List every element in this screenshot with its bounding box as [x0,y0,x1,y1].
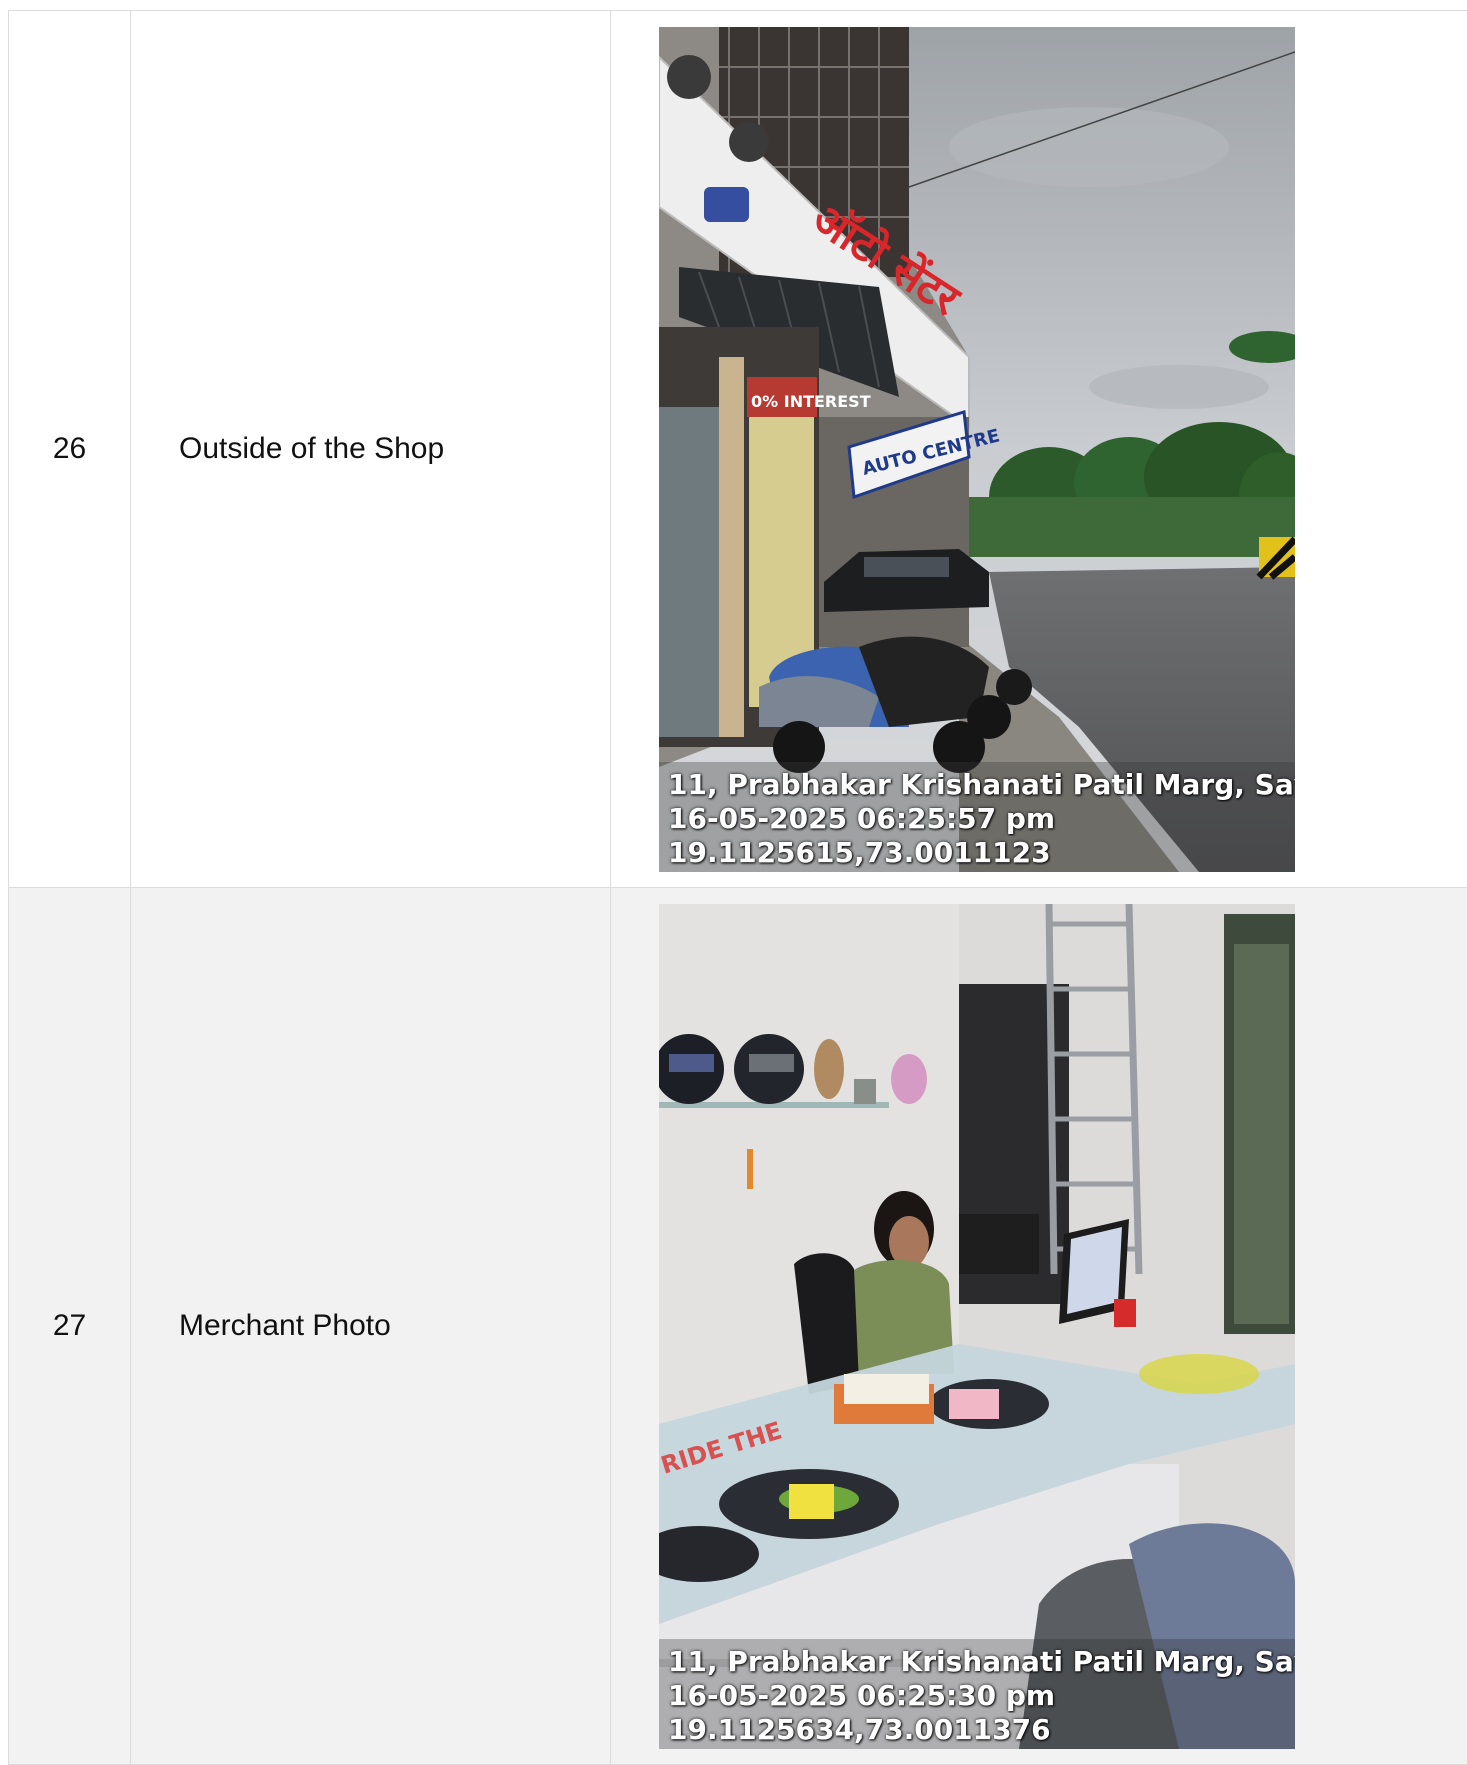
shop-exterior-photo[interactable]: ऑटो सेंटर 0% INTEREST AUTO CENTRE 11, Pr… [659,27,1295,872]
window-text: 0% INTEREST [751,392,871,411]
row-number: 27 [8,888,131,1764]
photo-table: 26 Outside of the Shop ऑटो सेंटर 0% INTE… [8,10,1467,1765]
stamp-coordinates: 19.1125615,73.0011123 [668,836,1051,869]
photo-cell: ऑटो सेंटर 0% INTEREST AUTO CENTRE 11, Pr… [611,11,1467,887]
merchant-image: RIDE THE [659,904,1295,1749]
row-description: Merchant Photo [131,888,611,1764]
stamp-datetime: 16-05-2025 06:25:57 pm [668,802,1056,835]
table-row: 26 Outside of the Shop ऑटो सेंटर 0% INTE… [8,11,1467,888]
table-row: 27 Merchant Photo RIDE THE 11, Prabhakar… [8,888,1467,1765]
photo-geotag-stamp: 11, Prabhakar Krishanati Patil Marg, Sav… [668,768,1295,870]
photo-geotag-stamp: 11, Prabhakar Krishanati Patil Marg, Sav… [668,1645,1295,1747]
photo-cell: RIDE THE 11, Prabhakar Krishanati Patil … [611,888,1467,1764]
stamp-datetime: 16-05-2025 06:25:30 pm [668,1679,1056,1712]
row-description: Outside of the Shop [131,11,611,887]
shop-exterior-image: ऑटो सेंटर 0% INTEREST AUTO CENTRE [659,27,1295,872]
merchant-photo[interactable]: RIDE THE 11, Prabhakar Krishanati Patil … [659,904,1295,1749]
row-number: 26 [8,11,131,887]
stamp-address: 11, Prabhakar Krishanati Patil Marg, Sav… [668,768,1295,801]
stamp-address: 11, Prabhakar Krishanati Patil Marg, Sav… [668,1645,1295,1678]
stamp-coordinates: 19.1125634,73.0011376 [668,1713,1051,1746]
